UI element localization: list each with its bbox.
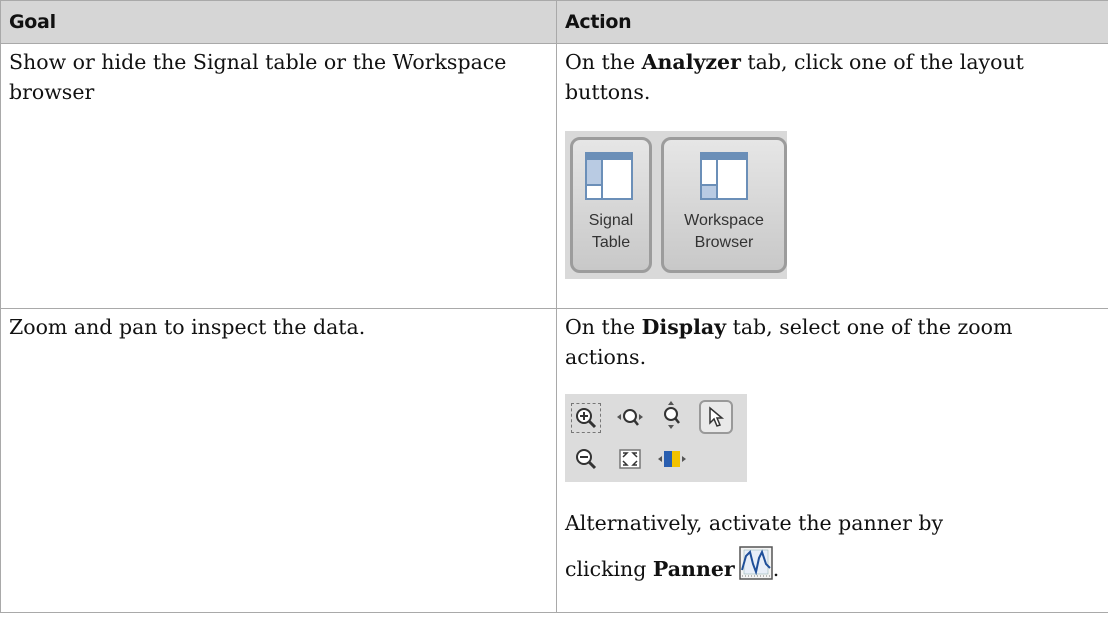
goal-cell: Zoom and pan to inspect the data. <box>0 308 557 613</box>
action-text: On the Analyzer tab, click one of the la… <box>565 50 1024 104</box>
zoom-x-icon[interactable] <box>615 403 645 433</box>
action-text: On the Display tab, select one of the zo… <box>565 315 1013 369</box>
panner-slider-icon[interactable] <box>657 444 687 474</box>
goal-action-table: Goal Action Show or hide the Signal tabl… <box>0 0 1108 613</box>
fit-to-view-icon[interactable] <box>615 444 645 474</box>
zoom-in-icon[interactable] <box>571 403 601 433</box>
table-row: Zoom and pan to inspect the data. On the… <box>0 308 1108 613</box>
signal-table-label-line1: Signal <box>588 212 634 229</box>
workspace-browser-button[interactable]: Workspace Browser <box>661 137 787 273</box>
action-cell: On the Display tab, select one of the zo… <box>556 308 1108 613</box>
zoom-out-icon[interactable] <box>571 444 601 474</box>
signal-table-label-line2: Table <box>591 234 631 251</box>
panner-instruction: clicking Panner. <box>565 546 1100 584</box>
panner-icon[interactable] <box>738 546 773 580</box>
action-cell: On the Analyzer tab, click one of the la… <box>556 43 1108 309</box>
workspace-browser-layout-icon <box>700 152 748 200</box>
action-column-header: Action <box>556 0 1108 44</box>
table-row: Show or hide the Signal table or the Wor… <box>0 43 1108 309</box>
goal-text: Show or hide the Signal table or the Wor… <box>9 50 507 104</box>
alternative-text: Alternatively, activate the panner by <box>565 511 944 535</box>
zoom-toolbar <box>565 394 747 482</box>
signal-table-layout-icon <box>585 152 633 200</box>
signal-table-button[interactable]: Signal Table <box>570 137 652 273</box>
goal-cell: Show or hide the Signal table or the Wor… <box>0 43 557 309</box>
workspace-browser-label-line1: Workspace <box>684 212 764 229</box>
cursor-icon[interactable] <box>699 400 733 434</box>
layout-buttons-strip: Signal Table Workspace Browser <box>565 131 787 279</box>
zoom-y-icon[interactable] <box>657 400 687 430</box>
goal-text: Zoom and pan to inspect the data. <box>9 315 366 339</box>
workspace-browser-label-line2: Browser <box>694 234 754 251</box>
goal-column-header: Goal <box>0 0 557 44</box>
